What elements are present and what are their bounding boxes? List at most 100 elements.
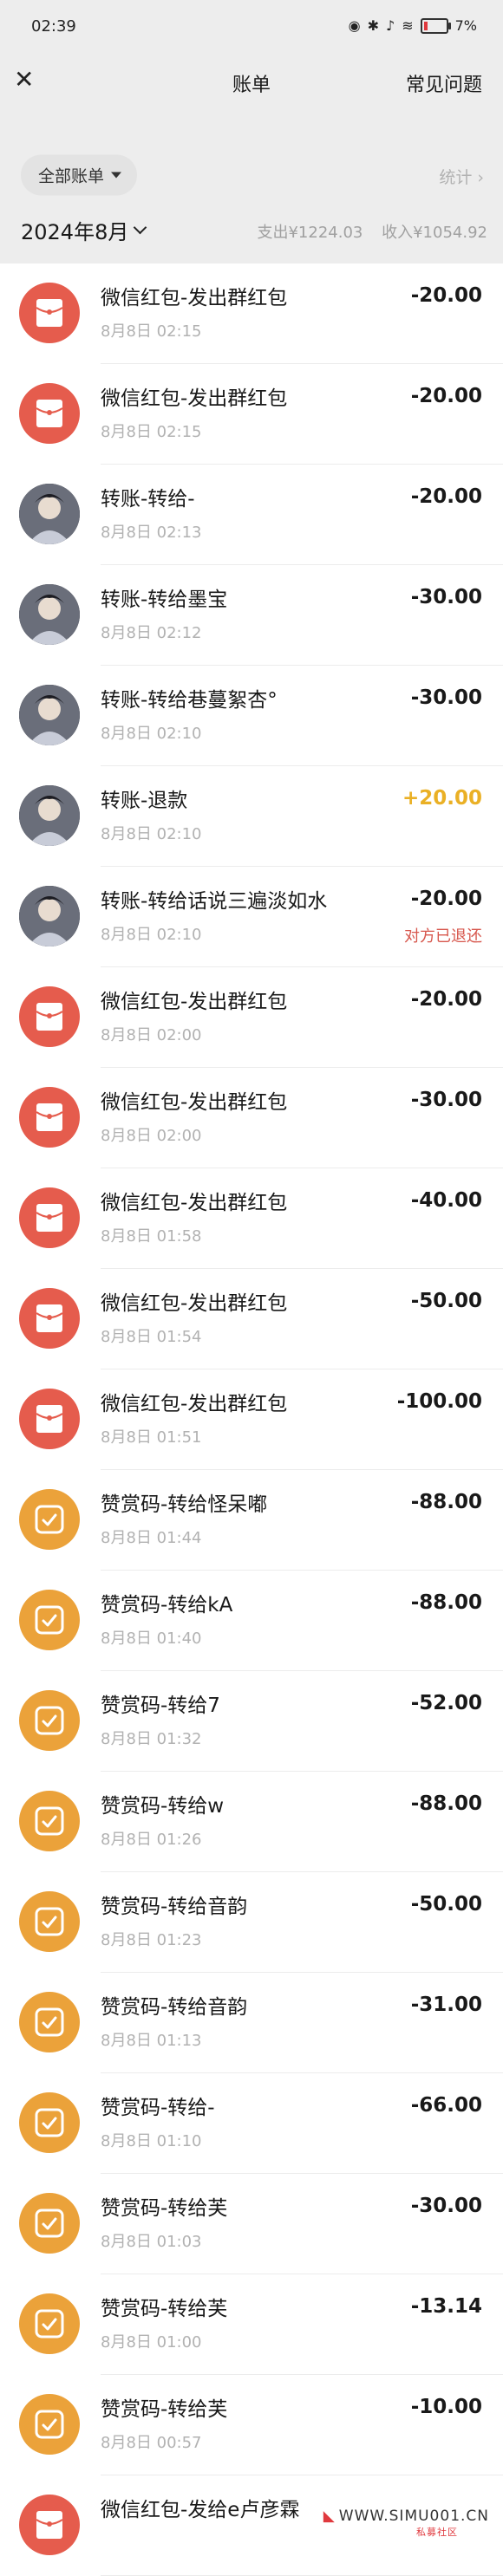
transaction-title: 微信红包-发出群红包 xyxy=(101,985,287,1014)
transaction-amount: -30.00 xyxy=(411,586,482,608)
transaction-row[interactable]: 转账-转给巷蔓絮杏° 8月8日 02:10 -30.00 xyxy=(0,666,503,766)
transaction-amount: -66.00 xyxy=(411,2094,482,2117)
transaction-title: 转账-转给巷蔓絮杏° xyxy=(101,683,278,712)
transaction-title: 微信红包-发出群红包 xyxy=(101,1186,287,1215)
transaction-title: 赞赏码-转给- xyxy=(101,2091,215,2120)
status-icons: ◉ ✱ ♪ ≋ 7% xyxy=(349,17,477,34)
month-header: 2024年8月 支出¥1224.03 收入¥1054.92 xyxy=(0,198,503,263)
transaction-time: 8月8日 01:51 xyxy=(101,1425,202,1447)
help-link[interactable]: 常见问题 xyxy=(406,69,482,97)
transaction-amount: -13.14 xyxy=(411,2295,482,2318)
transaction-row[interactable]: 赞赏码-转给芙8月8日 01:00-13.14 xyxy=(0,2274,503,2375)
transaction-row[interactable]: 赞赏码-转给w8月8日 01:26-88.00 xyxy=(0,1772,503,1872)
transaction-time: 8月8日 02:15 xyxy=(101,319,202,342)
transaction-row[interactable]: 微信红包-发出群红包8月8日 02:15-20.00 xyxy=(0,364,503,465)
transaction-row[interactable]: 赞赏码-转给音韵8月8日 01:23-50.00 xyxy=(0,1872,503,1973)
eye-icon: ◉ xyxy=(349,17,361,34)
bill-filter-label: 全部账单 xyxy=(38,164,104,187)
transaction-row[interactable]: 赞赏码-转给芙8月8日 00:57-10.00 xyxy=(0,2375,503,2475)
bill-filter-dropdown[interactable]: 全部账单 xyxy=(21,155,137,196)
transaction-time: 8月8日 01:54 xyxy=(101,1324,202,1347)
transaction-time: 8月8日 01:44 xyxy=(101,1525,202,1548)
income-total: 收入¥1054.92 xyxy=(382,224,487,242)
transaction-row[interactable]: 微信红包-发出群红包8月8日 02:15-20.00 xyxy=(0,263,503,364)
status-time: 02:39 xyxy=(31,17,76,36)
transaction-row[interactable]: 微信红包-发出群红包 8月8日 01:58 -40.00 xyxy=(0,1168,503,1269)
status-bar: 02:39 ◉ ✱ ♪ ≋ 7% xyxy=(0,0,503,59)
transaction-amount: -88.00 xyxy=(411,1591,482,1614)
transaction-time: 8月8日 02:10 xyxy=(101,822,202,844)
watermark-site: WWW.SIMU001.CN xyxy=(339,2508,489,2525)
transaction-time: 8月8日 02:13 xyxy=(101,520,202,543)
transaction-time: 8月8日 00:57 xyxy=(101,2430,202,2453)
red-packet-icon xyxy=(19,1389,80,1449)
transaction-amount: -88.00 xyxy=(411,1792,482,1815)
nav-bar: ✕ 账单 常见问题 xyxy=(0,59,503,102)
transaction-time: 8月8日 02:00 xyxy=(101,1123,202,1146)
appreciation-code-icon xyxy=(19,1489,80,1550)
transaction-time: 8月8日 01:13 xyxy=(101,2028,202,2051)
chevron-down-icon xyxy=(134,221,147,235)
transaction-row[interactable]: 微信红包-发出群红包8月8日 01:54-50.00 xyxy=(0,1269,503,1369)
transaction-row[interactable]: 赞赏码-转给芙8月8日 01:03-30.00 xyxy=(0,2174,503,2274)
transaction-row[interactable]: 微信红包-发出群红包8月8日 02:00-20.00 xyxy=(0,967,503,1068)
transaction-title: 赞赏码-转给kA xyxy=(101,1588,232,1617)
transaction-time: 8月8日 01:32 xyxy=(101,1727,202,1749)
battery-percent: 7% xyxy=(455,17,477,34)
appreciation-code-icon xyxy=(19,1690,80,1751)
transaction-row[interactable]: 转账-转给墨宝8月8日 02:12-30.00 xyxy=(0,565,503,666)
transaction-amount: -40.00 xyxy=(411,1189,482,1212)
transaction-time: 8月8日 02:10 xyxy=(101,721,202,744)
month-selector[interactable]: 2024年8月 xyxy=(21,215,145,245)
red-packet-icon xyxy=(19,383,80,444)
expense-total: 支出¥1224.03 xyxy=(257,224,363,242)
avatar xyxy=(19,785,80,846)
appreciation-code-icon xyxy=(19,1891,80,1952)
bluetooth-icon: ✱ xyxy=(368,17,379,34)
transaction-title: 赞赏码-转给音韵 xyxy=(101,1890,247,1919)
red-packet-icon xyxy=(19,1087,80,1148)
transaction-title: 赞赏码-转给怪呆嘟 xyxy=(101,1487,267,1517)
transaction-time: 8月8日 01:03 xyxy=(101,2229,202,2252)
transaction-title: 赞赏码-转给芙 xyxy=(101,2392,227,2422)
transaction-amount: -30.00 xyxy=(411,686,482,709)
transaction-row[interactable]: 赞赏码-转给kA 8月8日 01:40 -88.00 xyxy=(0,1571,503,1671)
stats-link[interactable]: 统计 › xyxy=(439,165,484,188)
transaction-title: 转账-转给话说三遍淡如水 xyxy=(101,884,327,914)
transaction-row[interactable]: 微信红包-发出群红包8月8日 01:51-100.00 xyxy=(0,1369,503,1470)
avatar xyxy=(19,685,80,745)
transaction-title: 微信红包-发出群红包 xyxy=(101,1085,287,1115)
transaction-time: 8月8日 02:15 xyxy=(101,420,202,442)
transaction-row[interactable]: 转账-转给话说三遍淡如水8月8日 02:10-20.00对方已退还 xyxy=(0,867,503,967)
transaction-time: 8月8日 01:10 xyxy=(101,2129,202,2151)
transaction-row[interactable]: 赞赏码-转给- 8月8日 01:10 -66.00 xyxy=(0,2073,503,2174)
transaction-row[interactable]: 赞赏码-转给78月8日 01:32-52.00 xyxy=(0,1671,503,1772)
transaction-title: 微信红包-发出群红包 xyxy=(101,1286,287,1316)
battery-icon xyxy=(421,18,448,34)
transaction-row[interactable]: 赞赏码-转给音韵8月8日 01:13-31.00 xyxy=(0,1973,503,2073)
transaction-amount: -20.00 xyxy=(411,385,482,407)
transaction-amount: -30.00 xyxy=(411,2195,482,2217)
transaction-row[interactable]: 转账-转给-8月8日 02:13-20.00 xyxy=(0,465,503,565)
avatar xyxy=(19,484,80,544)
transaction-title: 转账-退款 xyxy=(101,784,187,813)
mute-icon: ♪ xyxy=(386,17,395,34)
red-packet-icon xyxy=(19,1187,80,1248)
transaction-row[interactable]: 转账-退款8月8日 02:10+20.00 xyxy=(0,766,503,867)
transaction-time: 8月8日 01:58 xyxy=(101,1224,202,1246)
refund-note: 对方已退还 xyxy=(404,924,482,946)
transaction-amount: -30.00 xyxy=(411,1089,482,1111)
appreciation-code-icon xyxy=(19,1590,80,1650)
transaction-title: 微信红包-发出群红包 xyxy=(101,1387,287,1416)
avatar xyxy=(19,886,80,946)
transaction-time: 8月8日 02:10 xyxy=(101,922,202,945)
appreciation-code-icon xyxy=(19,1791,80,1851)
caret-down-icon xyxy=(111,172,121,179)
transaction-title: 赞赏码-转给w xyxy=(101,1789,224,1818)
transaction-amount: -31.00 xyxy=(411,1994,482,2016)
red-packet-icon xyxy=(19,986,80,1047)
transaction-time: 8月8日 01:40 xyxy=(101,1626,202,1649)
transaction-row[interactable]: 微信红包-发出群红包 8月8日 02:00 -30.00 xyxy=(0,1068,503,1168)
transaction-row[interactable]: 赞赏码-转给怪呆嘟8月8日 01:44-88.00 xyxy=(0,1470,503,1571)
wifi-icon: ≋ xyxy=(402,17,413,34)
